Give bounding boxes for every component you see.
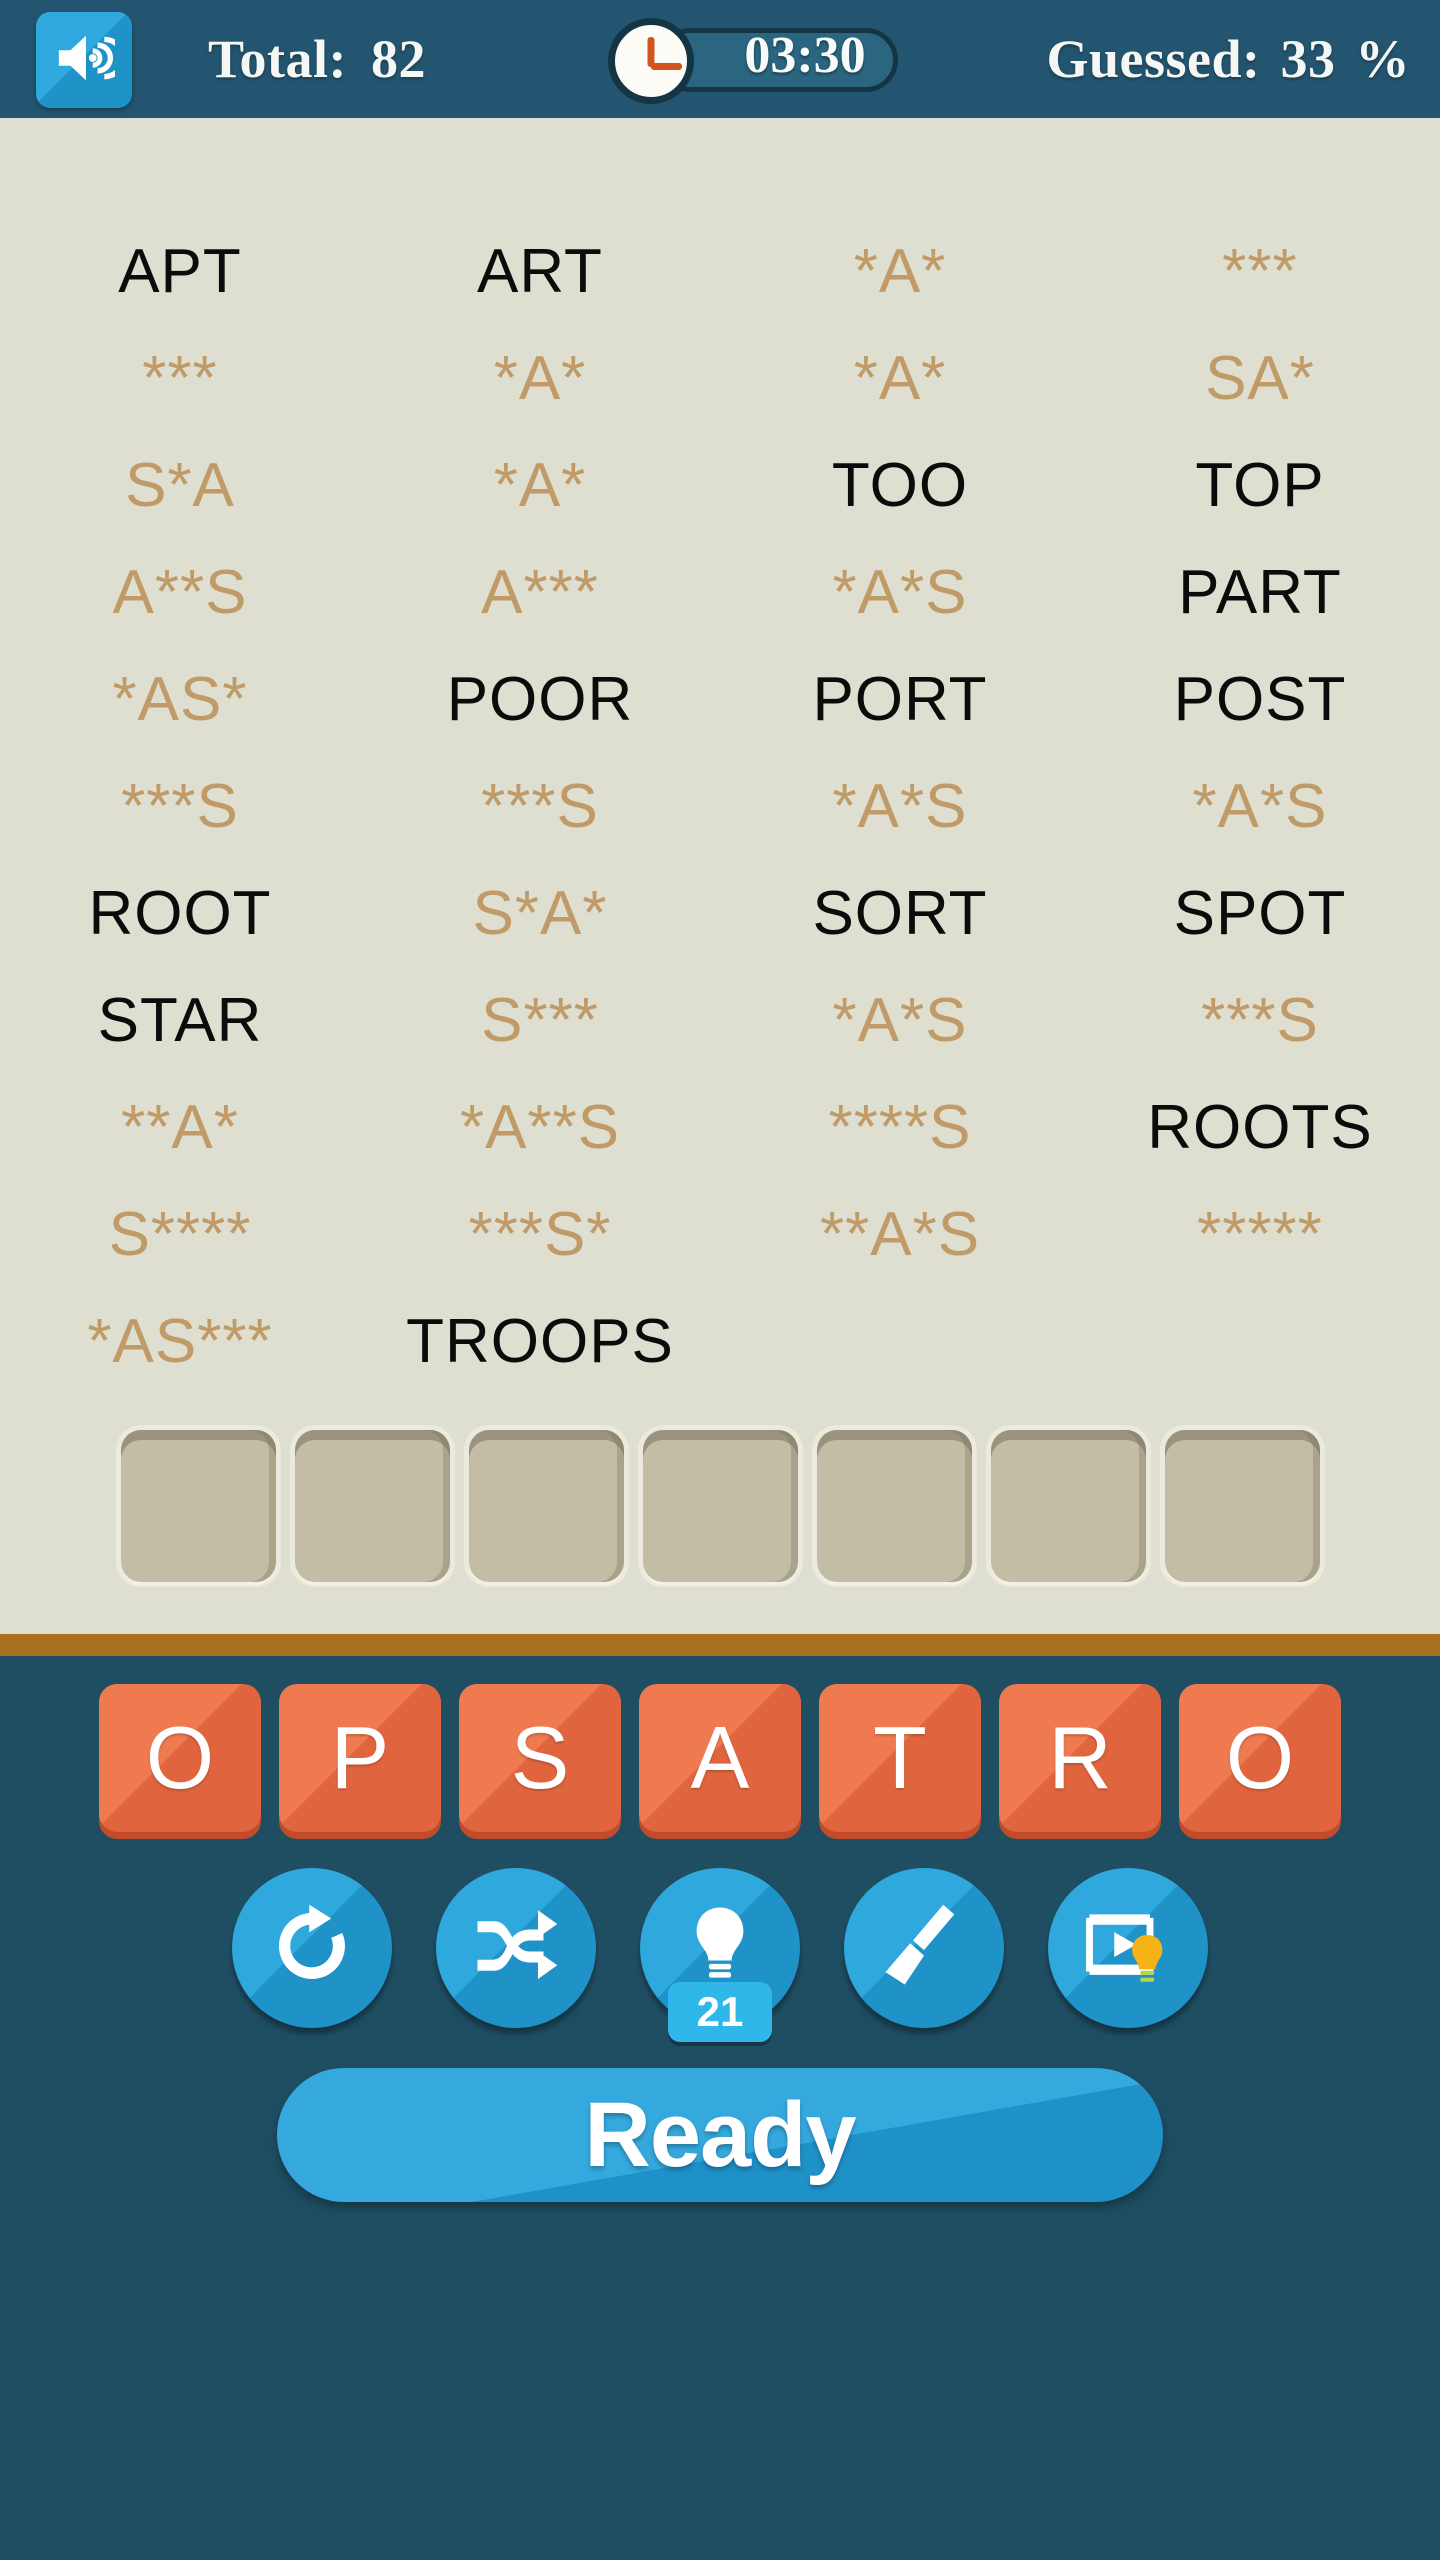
word-item: *A*: [853, 237, 947, 306]
word-item: ROOT: [88, 879, 272, 948]
hint-count-badge: 21: [668, 1982, 772, 2042]
answer-slot[interactable]: [468, 1430, 624, 1582]
word-item: ROOTS: [1147, 1093, 1373, 1162]
letter-tile-label: S: [510, 1708, 570, 1807]
word-item: S****: [108, 1200, 252, 1269]
shuffle-icon: [472, 1902, 560, 1995]
word-item: TOP: [1195, 451, 1325, 520]
letter-tile-label: T: [873, 1708, 927, 1807]
word-item: ***S*: [468, 1200, 612, 1269]
ready-button-label: Ready: [584, 2083, 856, 2186]
lightbulb-icon: [676, 1902, 764, 1995]
speaker-on-icon: [53, 27, 126, 94]
refresh-icon: [268, 1902, 356, 1995]
word-item: TOO: [831, 451, 969, 520]
word-item: *A*: [493, 344, 587, 413]
word-item: STAR: [97, 986, 263, 1055]
word-item: *A*S: [1192, 772, 1328, 841]
clear-button[interactable]: [844, 1868, 1004, 2028]
word-item: ART: [477, 237, 603, 306]
answer-slot[interactable]: [294, 1430, 450, 1582]
shuffle-button[interactable]: [436, 1868, 596, 2028]
letter-tile[interactable]: O: [1179, 1684, 1341, 1832]
broom-icon: [880, 1902, 968, 1995]
word-item-empty: [1080, 1288, 1440, 1395]
top-status-bar: Total: 82 03:30 Guessed: 33 %: [0, 0, 1440, 118]
word-item: ***: [1222, 237, 1298, 306]
letter-tile-label: A: [690, 1708, 750, 1807]
action-button-row: 21: [0, 1868, 1440, 2042]
word-item: SPOT: [1173, 879, 1347, 948]
word-item: A**S: [112, 558, 248, 627]
letter-tile[interactable]: T: [819, 1684, 981, 1832]
word-item: S***: [481, 986, 599, 1055]
word-item: POST: [1173, 665, 1347, 734]
answer-slot[interactable]: [990, 1430, 1146, 1582]
letter-tile-label: R: [1048, 1708, 1112, 1807]
word-item: *****: [1197, 1200, 1323, 1269]
letter-tile[interactable]: S: [459, 1684, 621, 1832]
word-board: APT ART *A* *** *** *A* *A* SA* S*A *A* TOO TOP A**S…: [0, 118, 1440, 1634]
letter-tile-label: P: [330, 1708, 390, 1807]
word-item: *AS*: [112, 665, 248, 734]
guessed-percent: Guessed: 33 %: [1046, 0, 1410, 118]
guessed-label: Guessed:: [1046, 29, 1261, 89]
word-item: S*A: [125, 451, 235, 520]
video-lightbulb-icon: [1084, 1902, 1172, 1995]
word-item: APT: [118, 237, 242, 306]
ready-button[interactable]: Ready: [277, 2068, 1163, 2202]
word-item: SORT: [812, 879, 988, 948]
word-item: *A*: [493, 451, 587, 520]
answer-slot-row: [0, 1430, 1440, 1582]
letter-tile-row: OPSATRO: [0, 1684, 1440, 1832]
word-item: *A*S: [832, 986, 968, 1055]
word-item: PORT: [812, 665, 988, 734]
word-item: *A*: [853, 344, 947, 413]
word-item: *A*S: [832, 558, 968, 627]
letter-tile[interactable]: A: [639, 1684, 801, 1832]
refresh-button[interactable]: [232, 1868, 392, 2028]
answer-slot[interactable]: [120, 1430, 276, 1582]
game-screen: Total: 82 03:30 Guessed: 33 % APT ART *A* *…: [0, 0, 1440, 2560]
word-item: ***S: [1201, 986, 1319, 1055]
clock-icon: [608, 18, 694, 104]
answer-slot[interactable]: [816, 1430, 972, 1582]
word-item: TROOPS: [406, 1307, 674, 1376]
word-item-empty: [720, 1288, 1080, 1395]
bottom-panel: O P S A T R O 21 Ready: [0, 1656, 1440, 2560]
video-hint-button[interactable]: [1048, 1868, 1208, 2028]
word-item: *A*S: [832, 772, 968, 841]
word-item: ***S: [121, 772, 239, 841]
total-value: 82: [371, 29, 427, 89]
letter-tile[interactable]: R: [999, 1684, 1161, 1832]
word-item: POOR: [446, 665, 634, 734]
letter-tile-label: O: [145, 1708, 215, 1807]
answer-slot[interactable]: [642, 1430, 798, 1582]
word-grid: APT ART *A* *** *** *A* *A* SA* S*A *A* TOO TOP A**S…: [0, 218, 1440, 1395]
percent-symbol: %: [1355, 29, 1410, 89]
word-item: PART: [1178, 558, 1342, 627]
word-item: *A**S: [459, 1093, 621, 1162]
letter-tile-label: O: [1225, 1708, 1295, 1807]
word-item: A***: [481, 558, 599, 627]
sound-toggle-button[interactable]: [36, 12, 132, 108]
board-divider: [0, 1634, 1440, 1656]
timer: 03:30: [608, 18, 898, 104]
guessed-value: 33: [1280, 29, 1336, 89]
word-item: S*A*: [472, 879, 608, 948]
word-item: **A*: [121, 1093, 239, 1162]
letter-tile[interactable]: O: [99, 1684, 261, 1832]
word-item: ****S: [828, 1093, 972, 1162]
hint-button[interactable]: 21: [640, 1868, 800, 2042]
answer-slot[interactable]: [1164, 1430, 1320, 1582]
word-item: SA*: [1205, 344, 1315, 413]
word-item: *AS***: [87, 1307, 273, 1376]
total-score: Total: 82: [208, 0, 426, 118]
total-label: Total:: [208, 29, 348, 89]
letter-tile[interactable]: P: [279, 1684, 441, 1832]
word-item: ***S: [481, 772, 599, 841]
word-item: **A*S: [819, 1200, 981, 1269]
timer-value: 03:30: [744, 27, 866, 84]
word-item: ***: [142, 344, 218, 413]
